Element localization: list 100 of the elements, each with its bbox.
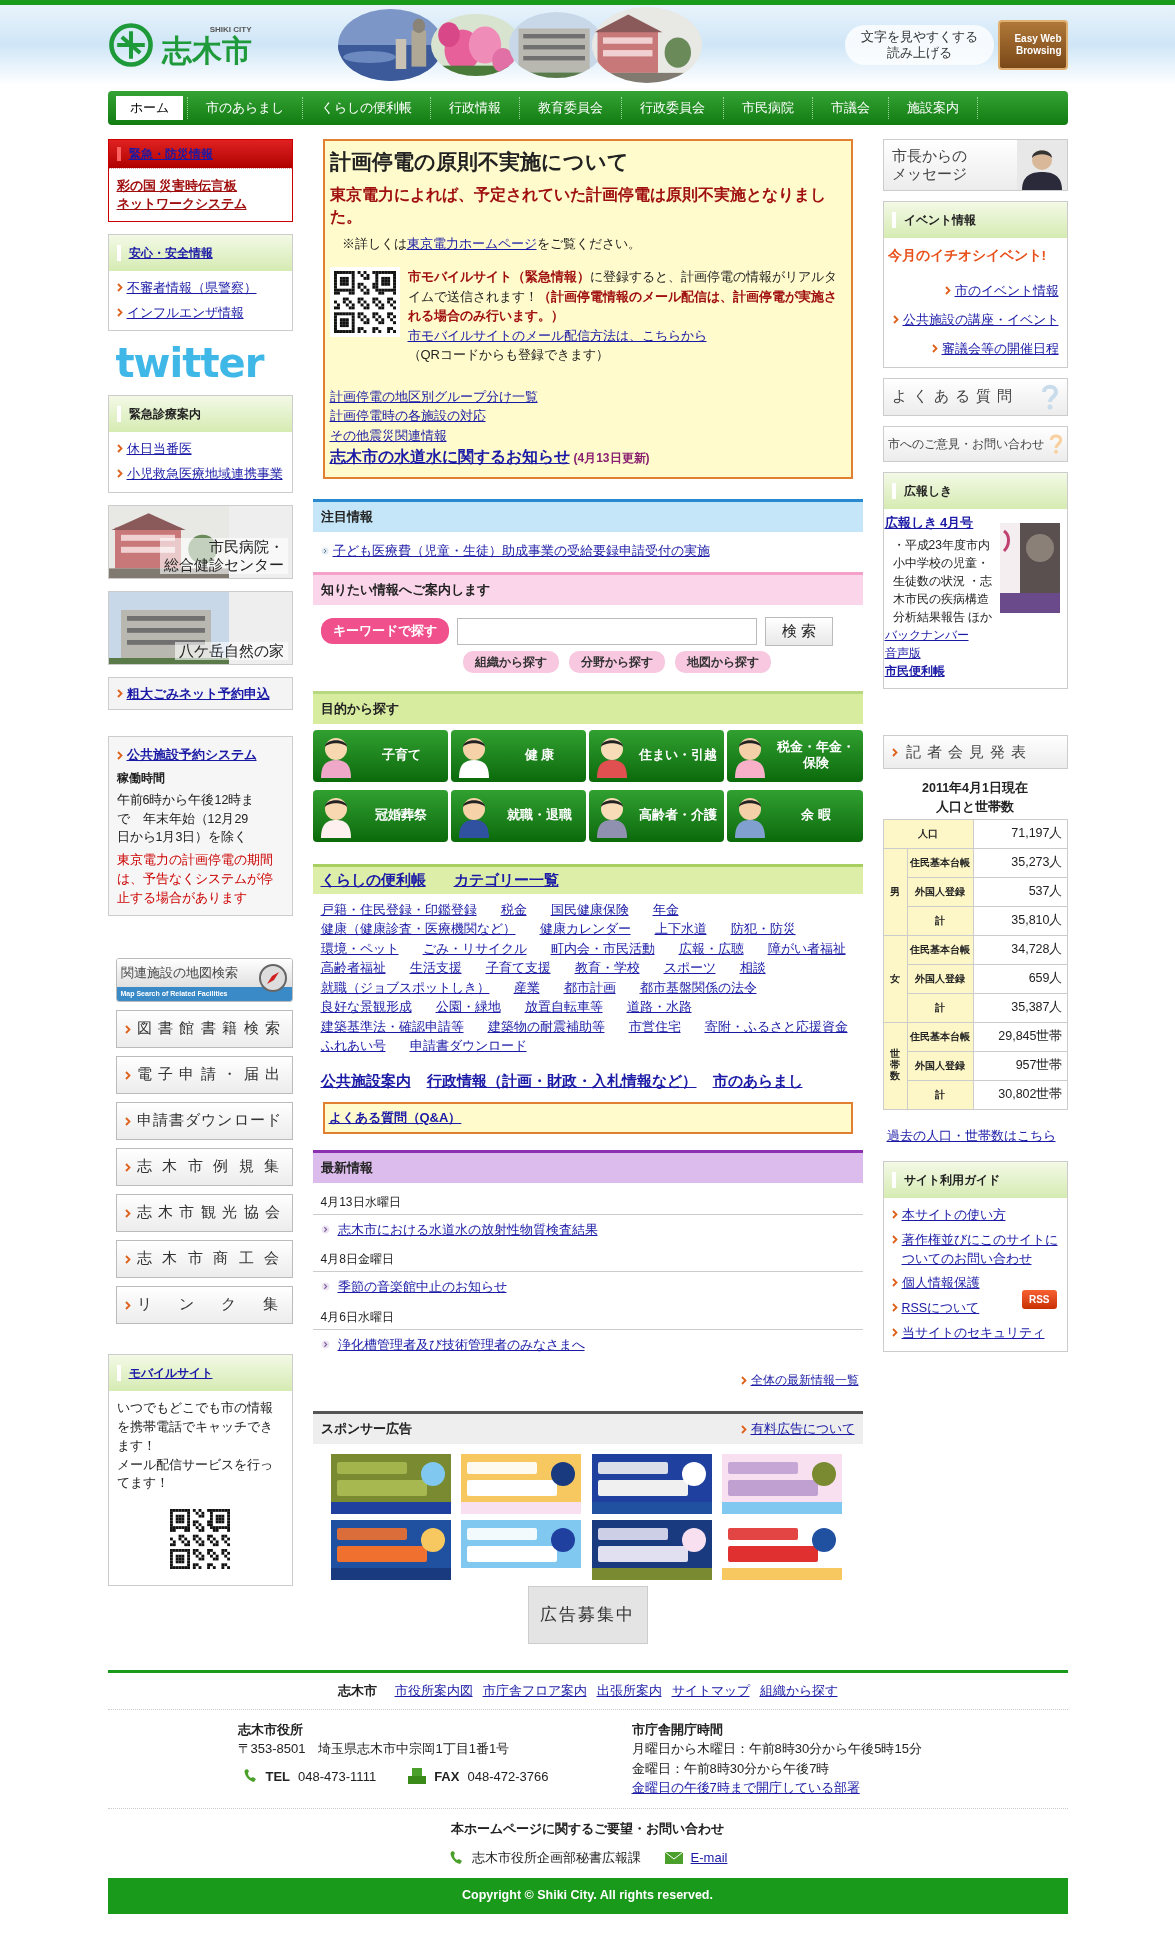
purpose-button[interactable]: 冠婚葬祭: [312, 789, 448, 842]
quick-link-button[interactable]: リンク集: [115, 1286, 293, 1325]
category-link[interactable]: 高齢者福祉: [320, 958, 386, 978]
category-link[interactable]: 就職（ジョブスポットしき）: [320, 977, 490, 997]
quick-link-button[interactable]: 志木市商工会: [115, 1240, 293, 1279]
category-link[interactable]: 申請書ダウンロード: [409, 1036, 527, 1056]
event-link[interactable]: 市のイベント情報: [954, 282, 1059, 301]
nav-tab[interactable]: 教育委員会: [523, 95, 617, 121]
keyword-field[interactable]: [456, 617, 757, 645]
news-link[interactable]: 浄化槽管理者及び技術管理者のみなさまへ: [337, 1334, 585, 1354]
news-link[interactable]: 季節の音楽館中止のお知らせ: [337, 1277, 507, 1297]
category-link[interactable]: 年金: [652, 899, 679, 919]
purpose-button[interactable]: 住まい・引越: [589, 729, 725, 782]
category-link[interactable]: 健康（健康診査・医療機関など）: [320, 919, 516, 939]
purpose-button[interactable]: 高齢者・介護: [589, 789, 725, 842]
event-link[interactable]: 公共施設の講座・イベント: [902, 311, 1059, 330]
nav-tab[interactable]: 行政委員会: [625, 95, 719, 121]
purpose-button[interactable]: 子育て: [312, 729, 448, 782]
category-link[interactable]: 市のあらまし: [712, 1069, 803, 1092]
footer-link[interactable]: 市庁舎フロア案内: [482, 1681, 587, 1701]
population-history-link[interactable]: 過去の人口・世帯数はこちら: [882, 1125, 1068, 1145]
sidebar-link[interactable]: 小児救急医療地域連携事業: [126, 465, 283, 484]
ad-recruiting-button[interactable]: 広告募集中: [527, 1586, 648, 1644]
sidebar-link[interactable]: 当サイトのセキュリティ: [901, 1323, 1045, 1343]
category-link[interactable]: 相談: [739, 958, 766, 978]
category-link[interactable]: 建築基準法・確認申請等: [320, 1016, 464, 1036]
nav-tab[interactable]: 市のあらまし: [191, 95, 298, 121]
section-title-link[interactable]: モバイルサイト: [128, 1364, 213, 1383]
category-link[interactable]: 国民健康保険: [550, 899, 629, 919]
section-title-link[interactable]: カテゴリー一覧: [453, 868, 559, 892]
bulletin-link[interactable]: 市民便利帳: [884, 662, 945, 680]
hours-link[interactable]: 金曜日の午後7時まで開庁している部署: [631, 1778, 860, 1798]
category-link[interactable]: 町内会・市民活動: [550, 938, 655, 958]
notice-link[interactable]: 志木市の水道水に関するお知らせ: [329, 445, 570, 469]
category-link[interactable]: 健康カレンダー: [539, 919, 631, 939]
featured-link[interactable]: 子ども医療費（児童・生徒）助成事業の受給要録申請受付の実施: [332, 541, 710, 561]
footer-link[interactable]: 市役所案内図: [394, 1681, 473, 1701]
category-link[interactable]: 生活支援: [409, 958, 462, 978]
event-link[interactable]: 審議会等の開催日程: [941, 339, 1059, 359]
rss-badge[interactable]: RSS: [1021, 1290, 1057, 1309]
press-button[interactable]: 記者会見発表: [882, 735, 1068, 769]
notice-link[interactable]: 市モバイルサイトのメール配信方法は、こちらから: [407, 325, 707, 345]
category-link[interactable]: 広報・広聴: [678, 938, 744, 958]
category-link[interactable]: 教育・学校: [574, 958, 640, 978]
faq-button[interactable]: よくある質問: [882, 377, 1068, 416]
search-option-button[interactable]: 組織から探す: [462, 650, 559, 673]
category-link[interactable]: ふれあい号: [320, 1036, 386, 1056]
category-link[interactable]: 環境・ペット: [320, 938, 399, 958]
category-link[interactable]: 寄附・ふるさと応援資金: [704, 1016, 848, 1036]
quick-link-button[interactable]: 図書館書籍検索: [115, 1010, 293, 1049]
accessibility-link[interactable]: 文字を見やすくする: [860, 28, 978, 45]
more-link[interactable]: 全体の最新情報一覧: [750, 1371, 859, 1389]
purpose-button[interactable]: 健 康: [450, 729, 586, 782]
quick-link-button[interactable]: 電子申請・届出: [115, 1056, 293, 1095]
contact-button[interactable]: 市へのご意見・お問い合わせ: [882, 425, 1068, 462]
category-link[interactable]: 都市計画: [563, 977, 616, 997]
nav-tab[interactable]: 施設案内: [892, 95, 973, 121]
quick-link-button[interactable]: 志木市例規集: [115, 1148, 293, 1187]
category-link[interactable]: 子育て支援: [485, 958, 551, 978]
category-link[interactable]: 産業: [513, 977, 540, 997]
bulletin-link[interactable]: 音声版: [884, 644, 921, 662]
category-link[interactable]: ごみ・リサイクル: [422, 938, 527, 958]
category-link[interactable]: スポーツ: [663, 958, 716, 978]
purpose-button[interactable]: 余 暇: [727, 789, 863, 842]
category-link[interactable]: 防犯・防災: [730, 919, 796, 939]
category-link[interactable]: 行政情報（計画・財政・入札情報など）: [426, 1069, 697, 1092]
footer-link[interactable]: 組織から探す: [759, 1681, 838, 1701]
category-link[interactable]: 障がい者福祉: [767, 938, 846, 958]
category-link[interactable]: 公園・緑地: [435, 997, 501, 1017]
nav-tab[interactable]: 行政情報: [434, 95, 515, 121]
category-link[interactable]: 市営住宅: [628, 1016, 681, 1036]
accessibility-link[interactable]: 読み上げる: [886, 45, 952, 62]
sidebar-link[interactable]: インフルエンザ情報: [126, 303, 244, 323]
category-link[interactable]: 都市基盤関係の法令: [639, 977, 757, 997]
nav-tab[interactable]: ホーム: [115, 95, 183, 121]
purpose-button[interactable]: 税金・年金・保険: [727, 729, 863, 782]
footer-link[interactable]: サイトマップ: [671, 1681, 750, 1701]
purpose-button[interactable]: 就職・退職: [450, 789, 586, 842]
category-link[interactable]: 公共施設案内: [320, 1069, 411, 1092]
facility-banner[interactable]: 市民病院・ 総合健診センター: [107, 504, 293, 579]
quick-link-button[interactable]: 申請書ダウンロード: [115, 1102, 293, 1141]
category-link[interactable]: 良好な景観形成: [320, 997, 412, 1017]
section-title-link[interactable]: 安心・安全情報: [128, 243, 213, 262]
ad-info-link[interactable]: 有料広告について: [750, 1419, 855, 1439]
garbage-link[interactable]: 粗大ごみネット予約申込: [126, 683, 270, 704]
nav-tab[interactable]: 市民病院: [727, 95, 808, 121]
section-title-link[interactable]: くらしの便利帳: [320, 868, 426, 892]
search-option-button[interactable]: 地図から探す: [674, 650, 771, 673]
faq-link[interactable]: よくある質問（Q&A）: [328, 1110, 462, 1125]
sidebar-link[interactable]: 不審者情報（県警察）: [126, 278, 257, 298]
facility-banner[interactable]: 八ケ岳自然の家: [107, 590, 293, 665]
email-link[interactable]: E-mail: [690, 1848, 728, 1868]
category-link[interactable]: 戸籍・住民登録・印鑑登録: [320, 899, 477, 919]
sidebar-link[interactable]: 休日当番医: [126, 440, 192, 459]
bulletin-link[interactable]: バックナンバー: [884, 626, 969, 644]
footer-link[interactable]: 出張所案内: [596, 1681, 662, 1701]
notice-link[interactable]: 計画停電の地区別グループ分け一覧: [329, 386, 538, 406]
inline-link[interactable]: 東京電力ホームページ: [406, 235, 537, 251]
category-link[interactable]: 建築物の耐震補助等: [487, 1016, 605, 1036]
sidebar-link[interactable]: RSSについて: [901, 1299, 980, 1318]
